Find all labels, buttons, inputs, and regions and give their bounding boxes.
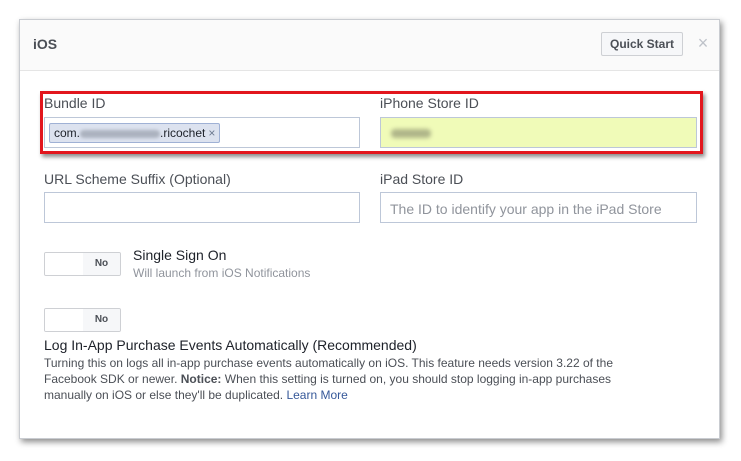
toggle-knob [45, 253, 84, 275]
toggle-state-label: No [83, 309, 120, 331]
close-icon[interactable]: × [696, 34, 710, 52]
notice-label: Notice: [180, 372, 222, 386]
bundle-id-token-prefix: com. [54, 126, 81, 140]
iphone-store-id-field[interactable] [380, 117, 697, 148]
log-iap-toggle[interactable]: No [44, 308, 121, 332]
learn-more-link[interactable]: Learn More [286, 388, 347, 402]
panel-header: iOS Quick Start × [20, 20, 719, 71]
panel-title: iOS [33, 36, 58, 52]
log-iap-title: Log In-App Purchase Events Automatically… [44, 337, 417, 353]
ipad-store-id-placeholder: The ID to identify your app in the iPad … [390, 201, 662, 217]
url-scheme-suffix-label: URL Scheme Suffix (Optional) [44, 171, 231, 187]
single-sign-on-subtitle: Will launch from iOS Notifications [133, 266, 311, 280]
redacted-blur [391, 129, 431, 138]
quick-start-button[interactable]: Quick Start [601, 32, 683, 56]
single-sign-on-title: Single Sign On [133, 247, 227, 263]
bundle-id-token: com. .ricochet × [49, 123, 221, 143]
iphone-store-id-label: iPhone Store ID [380, 95, 479, 111]
bundle-id-field[interactable]: com. .ricochet × [44, 117, 360, 148]
token-remove-icon[interactable]: × [208, 126, 215, 140]
single-sign-on-toggle[interactable]: No [44, 252, 121, 276]
redacted-blur [80, 129, 161, 138]
bundle-id-token-suffix: .ricochet [160, 126, 206, 140]
url-scheme-suffix-field[interactable] [44, 192, 360, 223]
ipad-store-id-label: iPad Store ID [380, 171, 464, 187]
toggle-knob [45, 309, 84, 331]
bundle-id-label: Bundle ID [44, 95, 106, 111]
ios-settings-panel: iOS Quick Start × Bundle ID com. .ricoche… [19, 19, 720, 439]
ipad-store-id-field[interactable]: The ID to identify your app in the iPad … [380, 192, 697, 223]
log-iap-description: Turning this on logs all in-app purchase… [44, 355, 634, 403]
toggle-state-label: No [83, 253, 120, 275]
